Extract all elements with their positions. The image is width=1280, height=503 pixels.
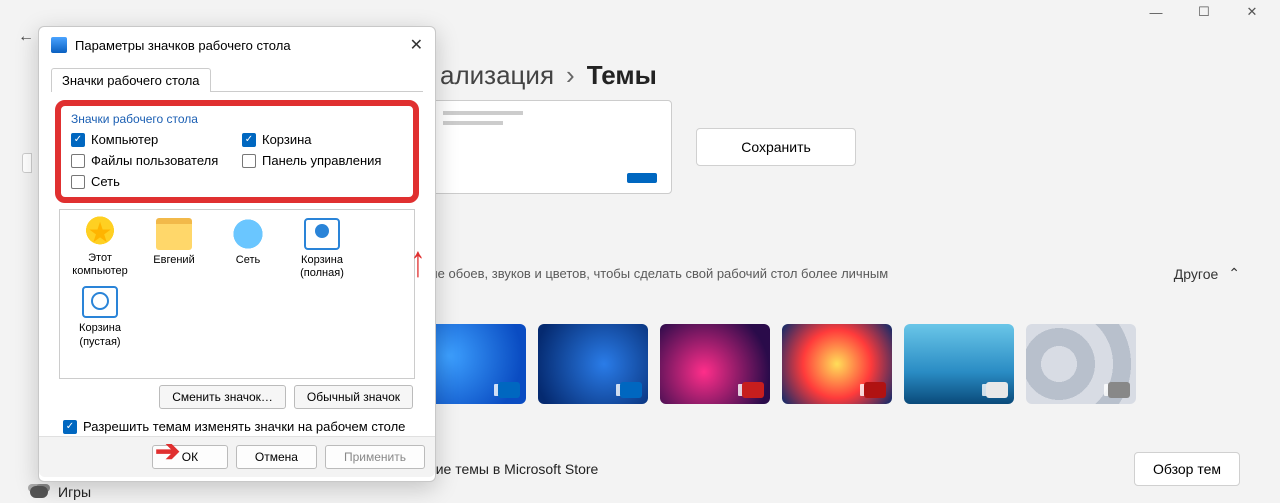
sidebar-item-label: Игры [58,484,91,500]
theme-tiles [416,324,1240,404]
folder-icon [156,218,192,250]
network-icon [230,218,266,250]
checkbox-recycle-bin[interactable]: Корзина [242,132,403,147]
gamepad-icon [30,486,48,498]
dialog-app-icon [51,37,67,53]
desktop-icons-dialog: Параметры значков рабочего стола ✕ Значк… [38,26,436,482]
main-titlebar: — ☐ ✕ [0,0,1280,24]
annotation-arrow-up: ↑ [410,237,425,287]
breadcrumb-part-personalization[interactable]: ализация [440,60,554,91]
icon-recycle-full[interactable]: Корзина (полная) [288,218,356,280]
icon-user-folder[interactable]: Евгений [140,218,208,280]
other-label: Другое [1174,266,1218,282]
theme-tile-6[interactable] [1026,324,1136,404]
dialog-tabs: Значки рабочего стола [51,67,423,91]
theme-tile-2[interactable] [538,324,648,404]
checkbox-control-panel[interactable]: Панель управления [242,153,403,168]
theme-preview [432,100,672,194]
expand-other[interactable]: Другое ⌃ [1174,265,1240,282]
tab-desktop-icons[interactable]: Значки рабочего стола [51,68,211,92]
icon-preview-area: Этот компьютер Евгений Сеть Корзина (пол… [59,209,415,379]
browse-themes-button[interactable]: Обзор тем [1134,452,1240,486]
checkbox-computer[interactable]: Компьютер [71,132,232,147]
checkbox-network[interactable]: Сеть [71,174,232,189]
maximize-button[interactable]: ☐ [1184,0,1224,24]
cancel-button[interactable]: Отмена [236,445,317,469]
theme-tile-4[interactable] [782,324,892,404]
checkbox-allow-themes[interactable]: Разрешить темам изменять значки на рабоч… [51,415,423,434]
icon-network[interactable]: Сеть [214,218,282,280]
breadcrumb-part-themes: Темы [587,60,657,91]
chevron-right-icon: › [566,60,575,91]
search-input-edge[interactable] [22,153,32,173]
minimize-button[interactable]: — [1136,0,1176,24]
accent-swatch [627,173,657,183]
theme-tile-3[interactable] [660,324,770,404]
close-icon[interactable]: ✕ [410,35,423,55]
chevron-up-icon: ⌃ [1228,265,1240,282]
theme-tile-5[interactable] [904,324,1014,404]
section-hint: ание обоев, звуков и цветов, чтобы сдела… [416,266,888,281]
dialog-title: Параметры значков рабочего стола [75,38,291,53]
default-icon-button[interactable]: Обычный значок [294,385,413,409]
breadcrumb: ализация › Темы [440,60,657,91]
recycle-empty-icon [82,286,118,318]
more-themes-label: ругие темы в Microsoft Store [416,461,598,477]
icon-this-pc[interactable]: Этот компьютер [66,218,134,280]
this-pc-icon [82,216,118,248]
group-title: Значки рабочего стола [71,112,403,126]
back-icon[interactable]: ← [18,28,34,46]
annotation-highlight: Значки рабочего стола Компьютер Корзина … [55,100,419,203]
sidebar-item-games[interactable]: Игры [30,484,91,500]
close-button[interactable]: ✕ [1232,0,1272,24]
save-button[interactable]: Сохранить [696,128,856,166]
change-icon-button[interactable]: Сменить значок… [159,385,286,409]
checkbox-user-files[interactable]: Файлы пользователя [71,153,232,168]
recycle-full-icon [304,218,340,250]
annotation-arrow-right: ➔ [155,434,180,469]
apply-button[interactable]: Применить [325,445,425,469]
icon-recycle-empty[interactable]: Корзина (пустая) [66,286,134,348]
